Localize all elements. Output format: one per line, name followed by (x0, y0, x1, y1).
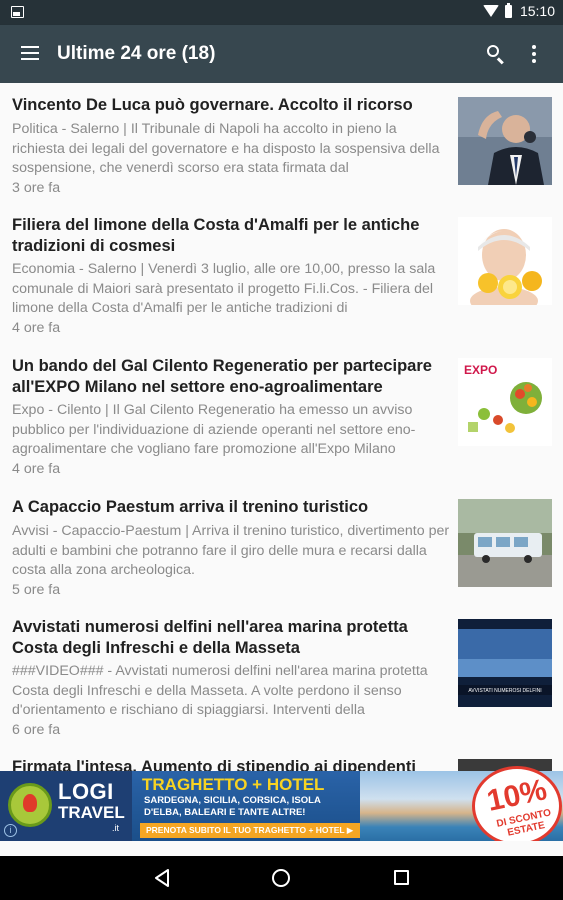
article-time: 4 ore fa (12, 320, 61, 336)
ad-brand-name-line2: TRAVEL (58, 803, 125, 822)
expo-logo-text: EXPO (464, 363, 497, 377)
article-headline: Un bando del Gal Cilento Regeneratio per… (12, 357, 432, 396)
page-title: Ultime 24 ore (18) (57, 43, 216, 64)
ad-brand-domain: .it (112, 823, 120, 833)
ad-brand-name: LOGI (58, 779, 114, 804)
article-headline: A Capaccio Paestum arriva il trenino tur… (12, 498, 369, 516)
search-icon[interactable] (487, 45, 505, 65)
hamburger-menu-icon[interactable] (21, 46, 39, 60)
article-list: Vincento De Luca può governare. Accolto … (0, 83, 563, 771)
status-bar: 15:10 (0, 0, 563, 25)
article-headline: Avvistati numerosi delfini nell'area mar… (12, 618, 408, 657)
article-summary: Avvisi - Capaccio-Paestum | Arriva il tr… (12, 523, 450, 578)
article-summary: ###VIDEO### - Avvistati numerosi delfini… (12, 663, 428, 718)
back-icon[interactable] (154, 869, 170, 887)
notification-image-icon (11, 6, 24, 18)
article-time: 5 ore fa (12, 582, 61, 598)
video-caption: AVVISTATI NUMEROSI DELFINI (468, 688, 541, 694)
article-thumbnail (458, 499, 552, 587)
article-thumbnail: EXPO (458, 358, 552, 446)
system-nav-bar (0, 856, 563, 900)
article-time: 6 ore fa (12, 722, 61, 738)
article-item[interactable]: Firmata l'intesa. Aumento di stipendio a… (0, 745, 563, 771)
article-thumbnail (458, 217, 552, 305)
article-time: 3 ore fa (12, 180, 61, 196)
article-thumbnail: AVVISTATI NUMEROSI DELFINI (458, 619, 552, 707)
article-thumbnail (458, 97, 552, 185)
article-item[interactable]: Filiera del limone della Costa d'Amalfi … (0, 203, 563, 336)
article-item[interactable]: Un bando del Gal Cilento Regeneratio per… (0, 344, 563, 477)
article-summary: Politica - Salerno | Il Tribunale di Nap… (12, 121, 440, 176)
article-headline: Vincento De Luca può governare. Accolto … (12, 96, 413, 114)
ad-brand-logo: LOGI TRAVEL .it (0, 771, 132, 841)
status-time: 15:10 (519, 3, 555, 19)
status-icons: 15:10 (482, 2, 555, 19)
article-item[interactable]: Avvistati numerosi delfini nell'area mar… (0, 605, 563, 738)
article-summary: Economia - Salerno | Venerdì 3 luglio, a… (12, 261, 436, 316)
app-toolbar: Ultime 24 ore (18) (0, 25, 563, 83)
bottom-spacer (0, 841, 563, 856)
wifi-icon (482, 5, 499, 17)
article-time: 4 ore fa (12, 461, 61, 477)
battery-icon (504, 2, 512, 18)
ad-discount-badge: 10% DI SCONTO ESTATE (472, 766, 562, 846)
overflow-menu-icon[interactable] (531, 45, 537, 63)
ad-promo-destinations: SARDEGNA, SICILIA, CORSICA, ISOLA D'ELBA… (144, 795, 321, 818)
logitravel-globe-icon (8, 783, 52, 827)
article-headline: Filiera del limone della Costa d'Amalfi … (12, 216, 420, 255)
ad-info-icon[interactable]: i (4, 824, 17, 837)
ad-cta-button[interactable]: PRENOTA SUBITO IL TUO TRAGHETTO + HOTEL … (140, 823, 362, 838)
ad-promo-panel: TRAGHETTO + HOTEL SARDEGNA, SICILIA, COR… (132, 771, 362, 841)
ad-promo-title: TRAGHETTO + HOTEL (142, 775, 325, 794)
recent-apps-icon[interactable] (394, 870, 409, 885)
home-icon[interactable] (272, 869, 290, 887)
article-item[interactable]: Vincento De Luca può governare. Accolto … (0, 83, 563, 203)
article-headline: Firmata l'intesa. Aumento di stipendio a… (12, 758, 416, 771)
article-item[interactable]: A Capaccio Paestum arriva il trenino tur… (0, 485, 563, 605)
article-summary: Expo - Cilento | Il Gal Cilento Regenera… (12, 402, 416, 457)
